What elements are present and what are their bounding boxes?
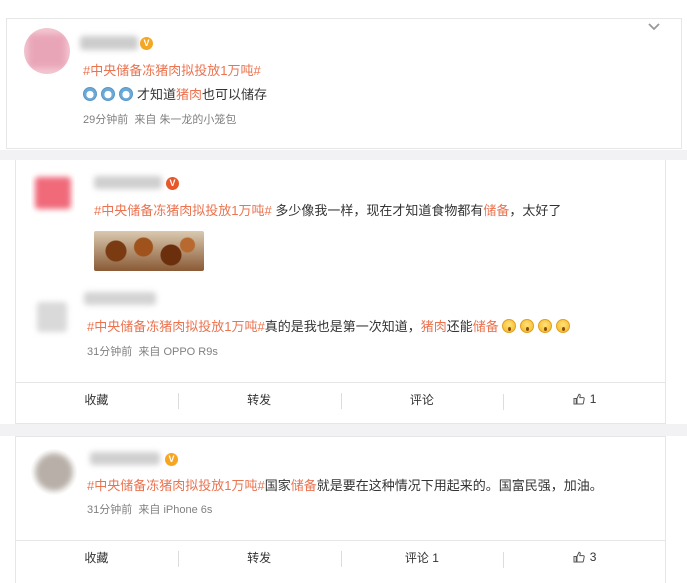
chevron-down-icon[interactable] [647,22,661,32]
comment-meta: 31分钟前 来自 iPhone 6s [87,504,213,516]
comment-source[interactable]: iPhone 6s [163,504,212,516]
comment-time[interactable]: 31分钟前 [87,346,132,358]
comment-time[interactable]: 31分钟前 [87,504,132,516]
comment-source[interactable]: OPPO R9s [163,346,217,358]
keyword-link[interactable]: 猪肉 [421,319,447,334]
section-divider [0,424,687,436]
topic-link[interactable]: #中央储备冻猪肉拟投放1万吨# [87,319,265,334]
surprised-face-emoji [520,319,535,333]
post-body: 才知道猪肉也可以储存 [83,86,267,104]
keyword-link[interactable]: 储备 [483,203,509,218]
topic-link[interactable]: #中央储备冻猪肉拟投放1万吨# [94,203,272,218]
vip-badge: V [165,453,178,466]
comment-button[interactable]: 评论 [340,391,504,409]
keyword-link[interactable]: 储备 [473,319,499,334]
action-bar: 收藏 转发 评论 1 [15,382,666,416]
post-source[interactable]: 朱一龙的小笼包 [159,114,236,126]
username-blurred[interactable] [90,452,160,465]
username-blurred[interactable] [80,36,138,50]
avatar[interactable] [31,171,75,215]
thumbs-up-icon [573,393,585,405]
surprised-face-emoji [556,319,571,333]
surprised-face-emoji [502,319,517,333]
like-button[interactable]: 1 [503,392,666,410]
dog-face-emoji [83,87,97,101]
post-topic[interactable]: #中央储备冻猪肉拟投放1万吨# [83,62,261,80]
username-blurred[interactable] [84,292,156,305]
keyword-link[interactable]: 储备 [291,478,317,493]
like-button[interactable]: 3 [503,550,666,568]
repost-button[interactable]: 转发 [177,391,341,409]
post-time[interactable]: 29分钟前 [83,114,128,126]
avatar[interactable] [31,294,75,338]
avatar[interactable] [24,28,70,74]
comment-body: #中央储备冻猪肉拟投放1万吨# 多少像我一样，现在才知道食物都有储备，太好了 [94,203,562,218]
avatar[interactable] [31,449,77,495]
surprised-face-emoji [538,319,553,333]
food-thumbnail[interactable] [94,231,204,271]
comment-body: #中央储备冻猪肉拟投放1万吨#真的是我也是第一次知道，猪肉还能储备 [87,318,574,336]
comment-body: #中央储备冻猪肉拟投放1万吨#国家储备就是要在这种情况下用起来的。国富民强，加油… [87,478,603,493]
comment-meta: 31分钟前 来自 OPPO R9s [87,346,218,358]
username-blurred[interactable] [94,176,162,189]
dog-face-emoji [119,87,133,101]
collect-button[interactable]: 收藏 [15,391,178,408]
action-bar: 收藏 转发 评论 1 3 [15,540,666,574]
comment-button[interactable]: 评论 1 [340,549,504,567]
post-meta: 29分钟前 来自 朱一龙的小笼包 [83,114,237,126]
vip-badge: V [166,177,179,190]
collect-button[interactable]: 收藏 [15,549,178,566]
thumbs-up-icon [573,551,585,563]
section-divider [0,150,687,160]
repost-button[interactable]: 转发 [177,549,341,567]
vip-badge: V [140,37,153,50]
keyword-link[interactable]: 猪肉 [176,87,202,102]
topic-link[interactable]: #中央储备冻猪肉拟投放1万吨# [87,478,265,493]
dog-face-emoji [101,87,115,101]
